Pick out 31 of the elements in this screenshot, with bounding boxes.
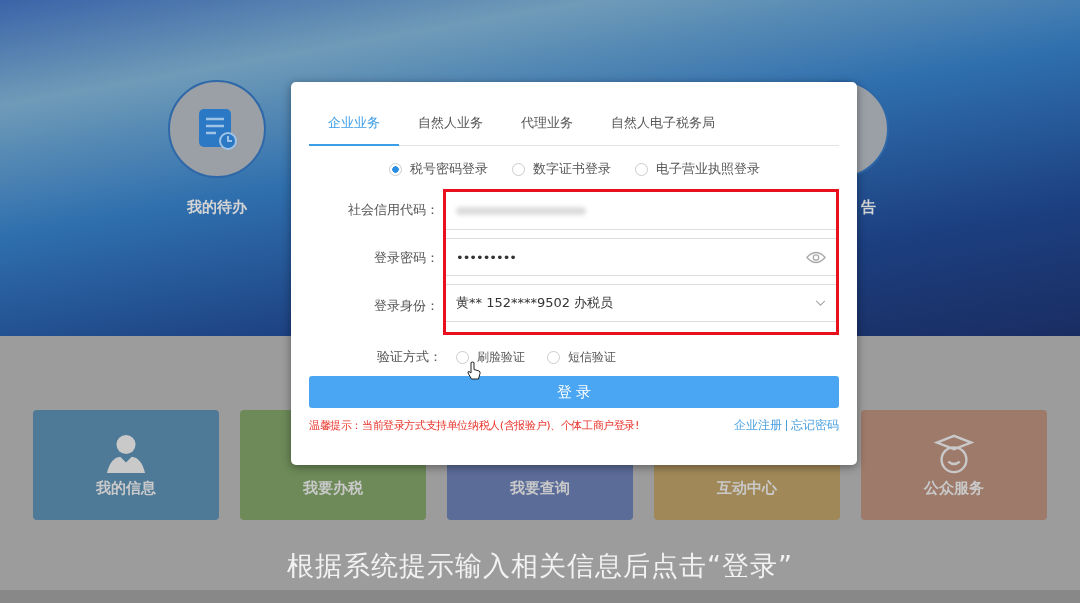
tab[interactable]: 自然人业务 [399,104,502,146]
field-label: 登录密码： [373,249,440,267]
tab[interactable]: 代理业务 [502,104,592,146]
card-label: 我要查询 [510,478,570,498]
radio-label[interactable]: 数字证书登录 [532,160,611,178]
chevron-down-icon [815,299,826,307]
shortcut-label: 告 [861,198,876,217]
field-label: 验证方式： [377,349,442,366]
field-label: 登录身份： [373,297,440,315]
tab[interactable]: 自然人电子税务局 [592,104,734,146]
radio-label[interactable]: 刷脸验证 [477,349,525,366]
graduate-face-icon [933,432,975,475]
card-label: 公众服务 [924,478,984,498]
field-label: 社会信用代码： [347,201,440,219]
hand-cursor-icon [467,361,481,381]
card-label: 互动中心 [717,478,777,498]
input-field[interactable]: ••••••••• [446,238,836,276]
person-icon [105,432,147,475]
card-label: 我的信息 [96,478,156,498]
shortcut-label: 我的待办 [187,198,247,217]
password-value: ••••••••• [456,249,516,265]
eye-icon[interactable] [806,250,826,264]
radio-label[interactable]: 税号密码登录 [409,160,488,178]
input-field[interactable]: 黄** 152****9502 办税员 [446,284,836,322]
radio-label[interactable]: 电子营业执照登录 [655,160,760,178]
radio-label[interactable]: 短信验证 [568,349,616,366]
card-label: 我要办税 [303,478,363,498]
select-value: 黄** 152****9502 办税员 [456,294,614,312]
radio-button[interactable] [388,162,402,176]
document-clock-icon [197,107,237,151]
video-caption: 根据系统提示输入相关信息后点击“登录” [287,549,793,583]
